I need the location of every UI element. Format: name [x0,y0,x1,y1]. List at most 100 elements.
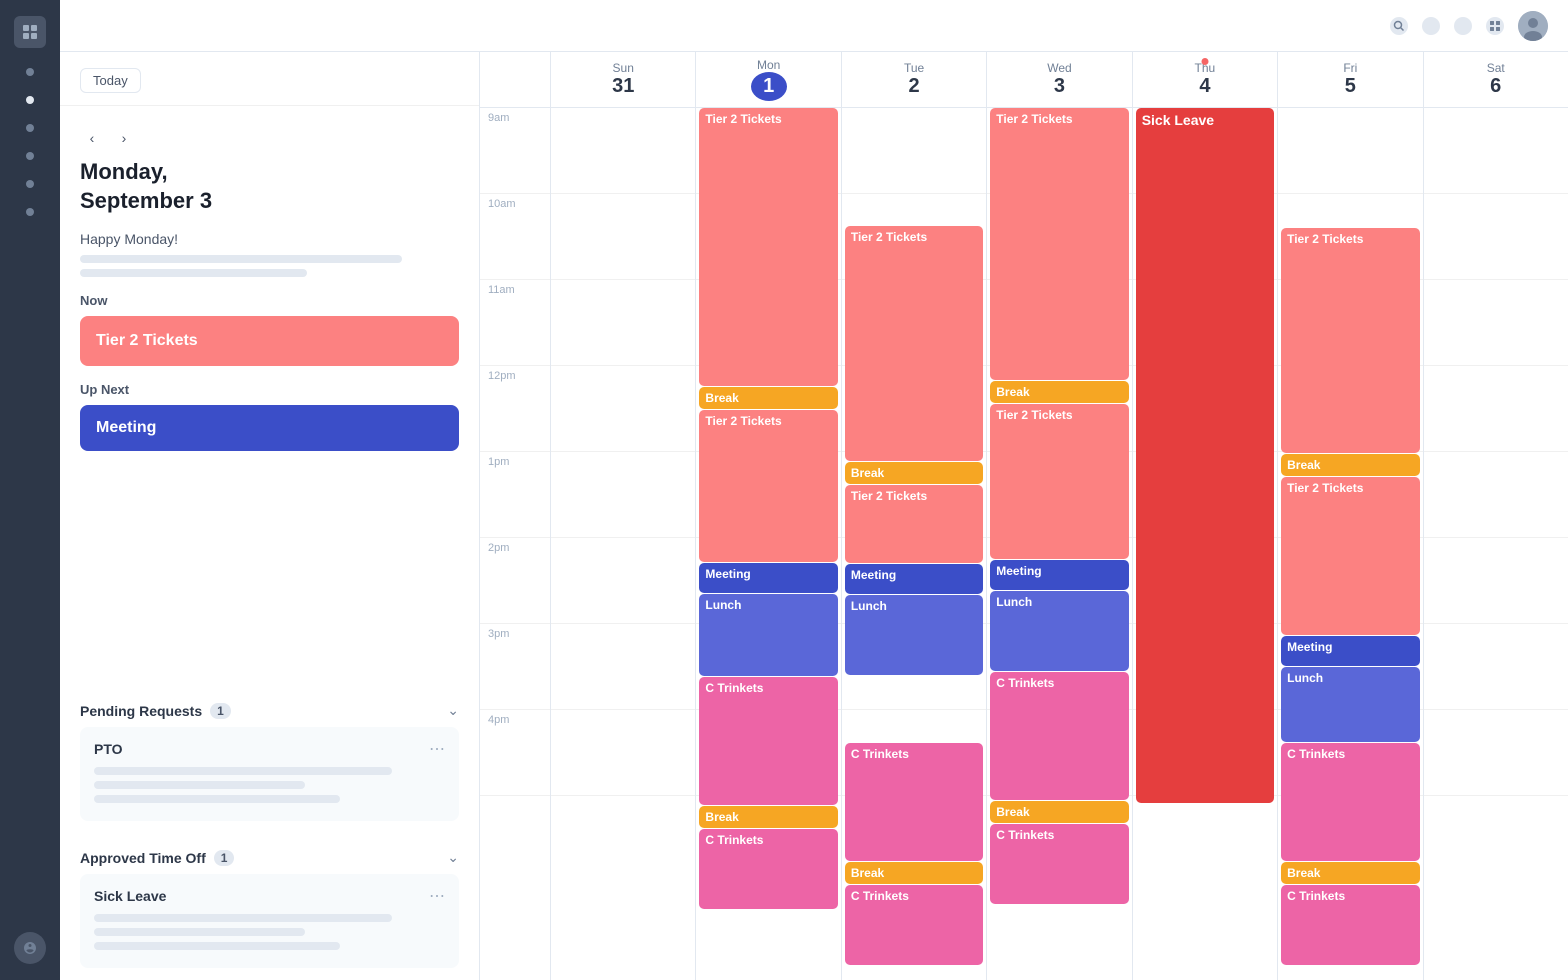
pending-request-header: PTO ⋯ [94,739,445,759]
prev-arrow-button[interactable]: ‹ [80,126,104,150]
wed-event-tier2-2[interactable]: Tier 2 Tickets [990,404,1128,559]
approved-time-off-title: Approved Time Off 1 [80,850,234,866]
tue-hour-0 [842,108,986,194]
day-header-sat[interactable]: Sat 6 [1423,52,1568,107]
upnext-event-card[interactable]: Meeting [80,405,459,451]
now-event-card[interactable]: Tier 2 Tickets [80,316,459,366]
wed-event-break-1[interactable]: Break [990,381,1128,403]
mon-event-meeting[interactable]: Meeting [699,563,837,593]
left-panel-header: Today [60,52,479,106]
wed-event-ctrinkets-1[interactable]: C Trinkets [990,672,1128,800]
wed-event-tier2-1[interactable]: Tier 2 Tickets [990,108,1128,380]
notification-icon[interactable] [1422,17,1440,35]
tue-event-meeting[interactable]: Meeting [845,564,983,594]
mon-event-tier2-1[interactable]: Tier 2 Tickets [699,108,837,386]
fri-event-break-1[interactable]: Break [1281,454,1419,476]
approved-time-off-menu-button[interactable]: ⋯ [429,886,445,906]
day-column-wed: Tier 2 Tickets Break Tier 2 Tickets Meet… [986,108,1131,980]
mon-event-lunch[interactable]: Lunch [699,594,837,676]
pending-requests-badge: 1 [210,703,231,719]
day-header-thu[interactable]: Thu 4 [1132,52,1277,107]
sun-hour-3 [551,366,695,452]
sat-hour-4 [1424,452,1568,538]
day-name-sat: Sat [1487,61,1505,75]
apps-icon[interactable] [1486,17,1504,35]
sun-hour-4 [551,452,695,538]
thu-dot [1201,58,1208,65]
fri-event-ctrinkets-2[interactable]: C Trinkets [1281,885,1419,965]
skeleton-2 [80,269,307,277]
sidebar-dot-4[interactable] [26,152,34,160]
sun-hour-7 [551,710,695,796]
day-header-mon[interactable]: Mon 1 [695,52,840,107]
sidebar-dot-5[interactable] [26,180,34,188]
time-slot-4pm: 4pm [480,710,550,796]
help-icon[interactable] [1454,17,1472,35]
tue-event-lunch[interactable]: Lunch [845,595,983,675]
day-column-tue: Tier 2 Tickets Break Tier 2 Tickets Meet… [841,108,986,980]
pending-requests-title: Pending Requests 1 [80,703,231,719]
wed-event-ctrinkets-2[interactable]: C Trinkets [990,824,1128,904]
sidebar-dot-1[interactable] [26,68,34,76]
day-name-tue: Tue [904,61,924,75]
time-slot-10am: 10am [480,194,550,280]
main-content: Today ‹ › Monday, September 3 Happy Mond… [60,0,1568,980]
search-icon[interactable] [1390,17,1408,35]
day-name-sun: Sun [613,61,634,75]
fri-event-lunch[interactable]: Lunch [1281,667,1419,742]
mon-event-ctrinkets-2[interactable]: C Trinkets [699,829,837,909]
day-header-wed[interactable]: Wed 3 [986,52,1131,107]
app-logo[interactable] [14,16,46,48]
approved-time-off-header: Sick Leave ⋯ [94,886,445,906]
mon-event-tier2-2[interactable]: Tier 2 Tickets [699,410,837,562]
mon-event-break-1[interactable]: Break [699,387,837,409]
sat-hour-7 [1424,710,1568,796]
tue-event-ctrinkets-1[interactable]: C Trinkets [845,743,983,861]
day-header-tue[interactable]: Tue 2 [841,52,986,107]
tue-event-ctrinkets-2[interactable]: C Trinkets [845,885,983,965]
day-header-fri[interactable]: Fri 5 [1277,52,1422,107]
day-column-fri: Tier 2 Tickets Break Tier 2 Tickets Meet… [1277,108,1422,980]
sidebar-dot-6[interactable] [26,208,34,216]
thu-event-sick-leave[interactable]: Sick Leave [1136,108,1274,803]
day-number-sun: 31 [612,75,634,98]
day-header-sun[interactable]: Sun 31 [550,52,695,107]
content-area: Today ‹ › Monday, September 3 Happy Mond… [60,52,1568,980]
wed-event-meeting[interactable]: Meeting [990,560,1128,590]
tue-event-tier2-1[interactable]: Tier 2 Tickets [845,226,983,461]
fri-event-tier2-2[interactable]: Tier 2 Tickets [1281,477,1419,635]
mon-event-break-2[interactable]: Break [699,806,837,828]
approved-time-off-item-title: Sick Leave [94,888,166,904]
tue-event-tier2-2[interactable]: Tier 2 Tickets [845,485,983,563]
next-arrow-button[interactable]: › [112,126,136,150]
fri-hour-0 [1278,108,1422,194]
wed-event-lunch[interactable]: Lunch [990,591,1128,671]
approved-time-off-item: Sick Leave ⋯ [80,874,459,968]
pending-request-menu-button[interactable]: ⋯ [429,739,445,759]
sat-hour-1 [1424,194,1568,280]
sidebar-dot-3[interactable] [26,124,34,132]
tue-event-break-1[interactable]: Break [845,462,983,484]
fri-event-break-2[interactable]: Break [1281,862,1419,884]
pending-requests-section-header[interactable]: Pending Requests 1 ⌄ [60,686,479,727]
fri-event-ctrinkets-1[interactable]: C Trinkets [1281,743,1419,861]
tue-event-break-2[interactable]: Break [845,862,983,884]
user-avatar[interactable] [1518,11,1548,41]
today-button[interactable]: Today [80,68,141,93]
greeting-text: Happy Monday! [80,231,459,247]
sidebar-dot-2[interactable] [26,96,34,104]
skeleton-1 [80,255,402,263]
fri-event-meeting[interactable]: Meeting [1281,636,1419,666]
fri-event-tier2-1[interactable]: Tier 2 Tickets [1281,228,1419,453]
day-number-thu: 4 [1199,75,1210,98]
approved-skeleton-3 [94,942,340,950]
left-panel: Today ‹ › Monday, September 3 Happy Mond… [60,52,480,980]
pending-requests-chevron-icon: ⌄ [447,702,459,719]
calendar-body: 9am 10am 11am 12pm 1pm 2pm 3pm 4pm [480,108,1568,980]
sidebar-bottom [14,932,46,964]
wed-event-break-2[interactable]: Break [990,801,1128,823]
approved-time-off-section-header[interactable]: Approved Time Off 1 ⌄ [60,833,479,874]
mon-event-ctrinkets-1[interactable]: C Trinkets [699,677,837,805]
zendesk-icon[interactable] [14,932,46,964]
day-header-row: Sun 31 Mon 1 Tue 2 Wed 3 Thu [480,52,1568,108]
